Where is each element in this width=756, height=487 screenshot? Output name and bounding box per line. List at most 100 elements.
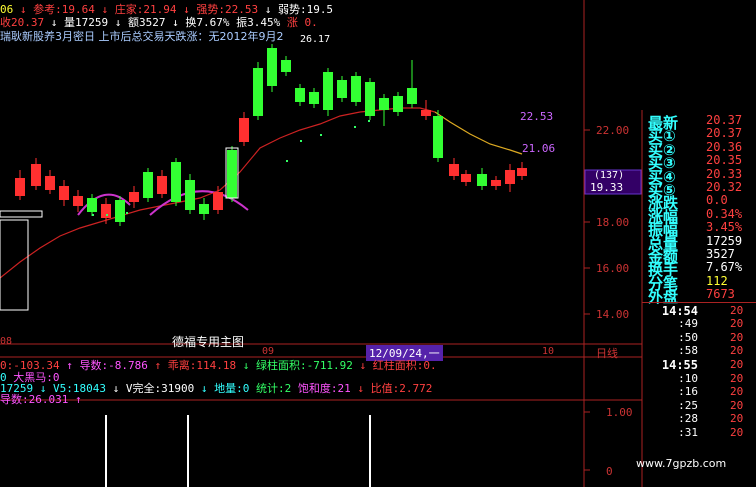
tick-time: :50 (678, 330, 698, 344)
volume-bars (105, 415, 371, 487)
ind1-seg-4: ↓ 红柱面积:0. (352, 359, 437, 372)
date-10: 10 (542, 346, 555, 357)
candle-body (267, 48, 277, 86)
header-second-seg-5: 涨 0. (280, 16, 318, 29)
candle-body (185, 180, 195, 210)
signal-dot (354, 126, 356, 128)
candle-body (73, 196, 83, 206)
ind4-seg-0: 导数:26.031 (0, 393, 69, 406)
signal-dot (300, 140, 302, 142)
candle-body (491, 180, 501, 186)
ind1-seg-3: ↓ 绿柱面积:-711.92 (236, 359, 353, 372)
candle-body (129, 192, 139, 202)
ind4-seg-1: ↑ (68, 393, 82, 406)
candle-body (253, 68, 263, 116)
tick-value: 20 (730, 303, 744, 317)
candle-body (157, 176, 167, 194)
candle-body (517, 168, 527, 176)
candle-body (351, 76, 361, 102)
tick-value: 20 (730, 358, 744, 371)
tick-value: 20 (730, 385, 744, 399)
left-candle (0, 219, 29, 311)
tick-time: 14:54 (661, 303, 698, 318)
tick-value: 20 (730, 371, 744, 385)
candle-body (171, 162, 181, 202)
candle-body (407, 88, 417, 104)
candle-body (115, 200, 125, 222)
tick-time: :58 (678, 344, 698, 358)
candle-body (31, 164, 41, 186)
lower-axis-100: 1.00 (606, 406, 633, 419)
candle-body (59, 186, 69, 200)
tick-time: :10 (678, 371, 698, 385)
candle-body (421, 110, 431, 116)
tick-row: :49 20 (650, 317, 743, 331)
main-chart-title: 德福专用主图 (172, 335, 245, 349)
tick-value: 20 (730, 317, 744, 331)
candle-body (15, 178, 25, 196)
signal-dot (368, 120, 370, 122)
label-2106: 21.06 (522, 142, 556, 155)
ind1-seg-1: ↑ 导数:-8.786 (59, 359, 148, 372)
y-label-16: 16.00 (596, 262, 630, 275)
tick-time: 14:55 (661, 358, 698, 372)
candle-body (433, 116, 443, 158)
y-label-22: 22.00 (596, 124, 630, 137)
ma2-line (434, 111, 523, 155)
tick-row: :58 20 (650, 344, 743, 358)
candle-body (379, 98, 389, 110)
tick-row: 14:55 20 (650, 358, 743, 372)
candle-body (281, 60, 291, 72)
candle-body (87, 198, 97, 212)
period-label[interactable]: 日线 (596, 345, 618, 361)
candle-body (199, 204, 209, 214)
candle-body (477, 174, 487, 186)
candle-body (505, 170, 515, 184)
lower-axis-0: 0 (606, 465, 613, 478)
kline-chart[interactable] (0, 0, 756, 487)
price-box-top: (137) (594, 170, 625, 181)
tick-row: :50 20 (650, 330, 743, 344)
candle-body (393, 96, 403, 112)
candle-body (143, 172, 153, 198)
tick-time: :49 (678, 317, 698, 331)
candle-body (239, 118, 249, 142)
date-08: 08 (0, 336, 13, 347)
tick-time: :25 (678, 398, 698, 412)
tick-row: :10 20 (650, 371, 743, 385)
tick-row: 14:54 20 (650, 303, 743, 318)
left-marker (0, 210, 43, 218)
ind1-seg-2: ↑ 乖离:114.18 (147, 359, 237, 372)
panel-separator (642, 301, 756, 303)
watermark: www.7gpzb.com (636, 457, 727, 470)
signal-dot (106, 214, 108, 216)
indicator-line-1: 0:-103.34 ↑ 导数:-8.786 ↑ 乖离:114.18 ↓ 绿柱面积… (0, 357, 437, 373)
candlesticks (15, 44, 527, 226)
y-label-18: 18.00 (596, 216, 630, 229)
tick-time: :16 (678, 385, 698, 399)
ind3-seg-3: ↓ 地量:0 (194, 382, 250, 395)
tick-time: :28 (678, 412, 698, 426)
tick-time: :31 (678, 426, 698, 439)
candle-body (213, 192, 223, 210)
panel-value: 7673 (706, 287, 735, 302)
info-line: 瑞耿新股养3月密日 上市后总交易天跌涨：无2012年9月2 (0, 30, 284, 43)
candle-body (337, 80, 347, 98)
ind3-seg-6: ↓ 比值:2.772 (350, 382, 433, 395)
signal-dot (126, 212, 128, 214)
tick-value: 20 (730, 398, 744, 412)
signal-dot (286, 160, 288, 162)
signal-dot (92, 214, 94, 216)
tick-row: :31 20 (650, 426, 743, 439)
candle-body (45, 176, 55, 190)
candle-body (461, 174, 471, 182)
ind3-seg-2: ↓ V完全:31900 (105, 382, 195, 395)
panel-row-13: 外盘 7673 (648, 286, 756, 306)
tick-value: 20 (730, 344, 744, 358)
label-2253: 22.53 (520, 110, 554, 123)
candle-body (295, 88, 305, 102)
signal-dot (320, 134, 322, 136)
y-label-14: 14.00 (596, 308, 630, 321)
tick-row: :16 20 (650, 385, 743, 399)
tick-row: :25 20 (650, 398, 743, 412)
